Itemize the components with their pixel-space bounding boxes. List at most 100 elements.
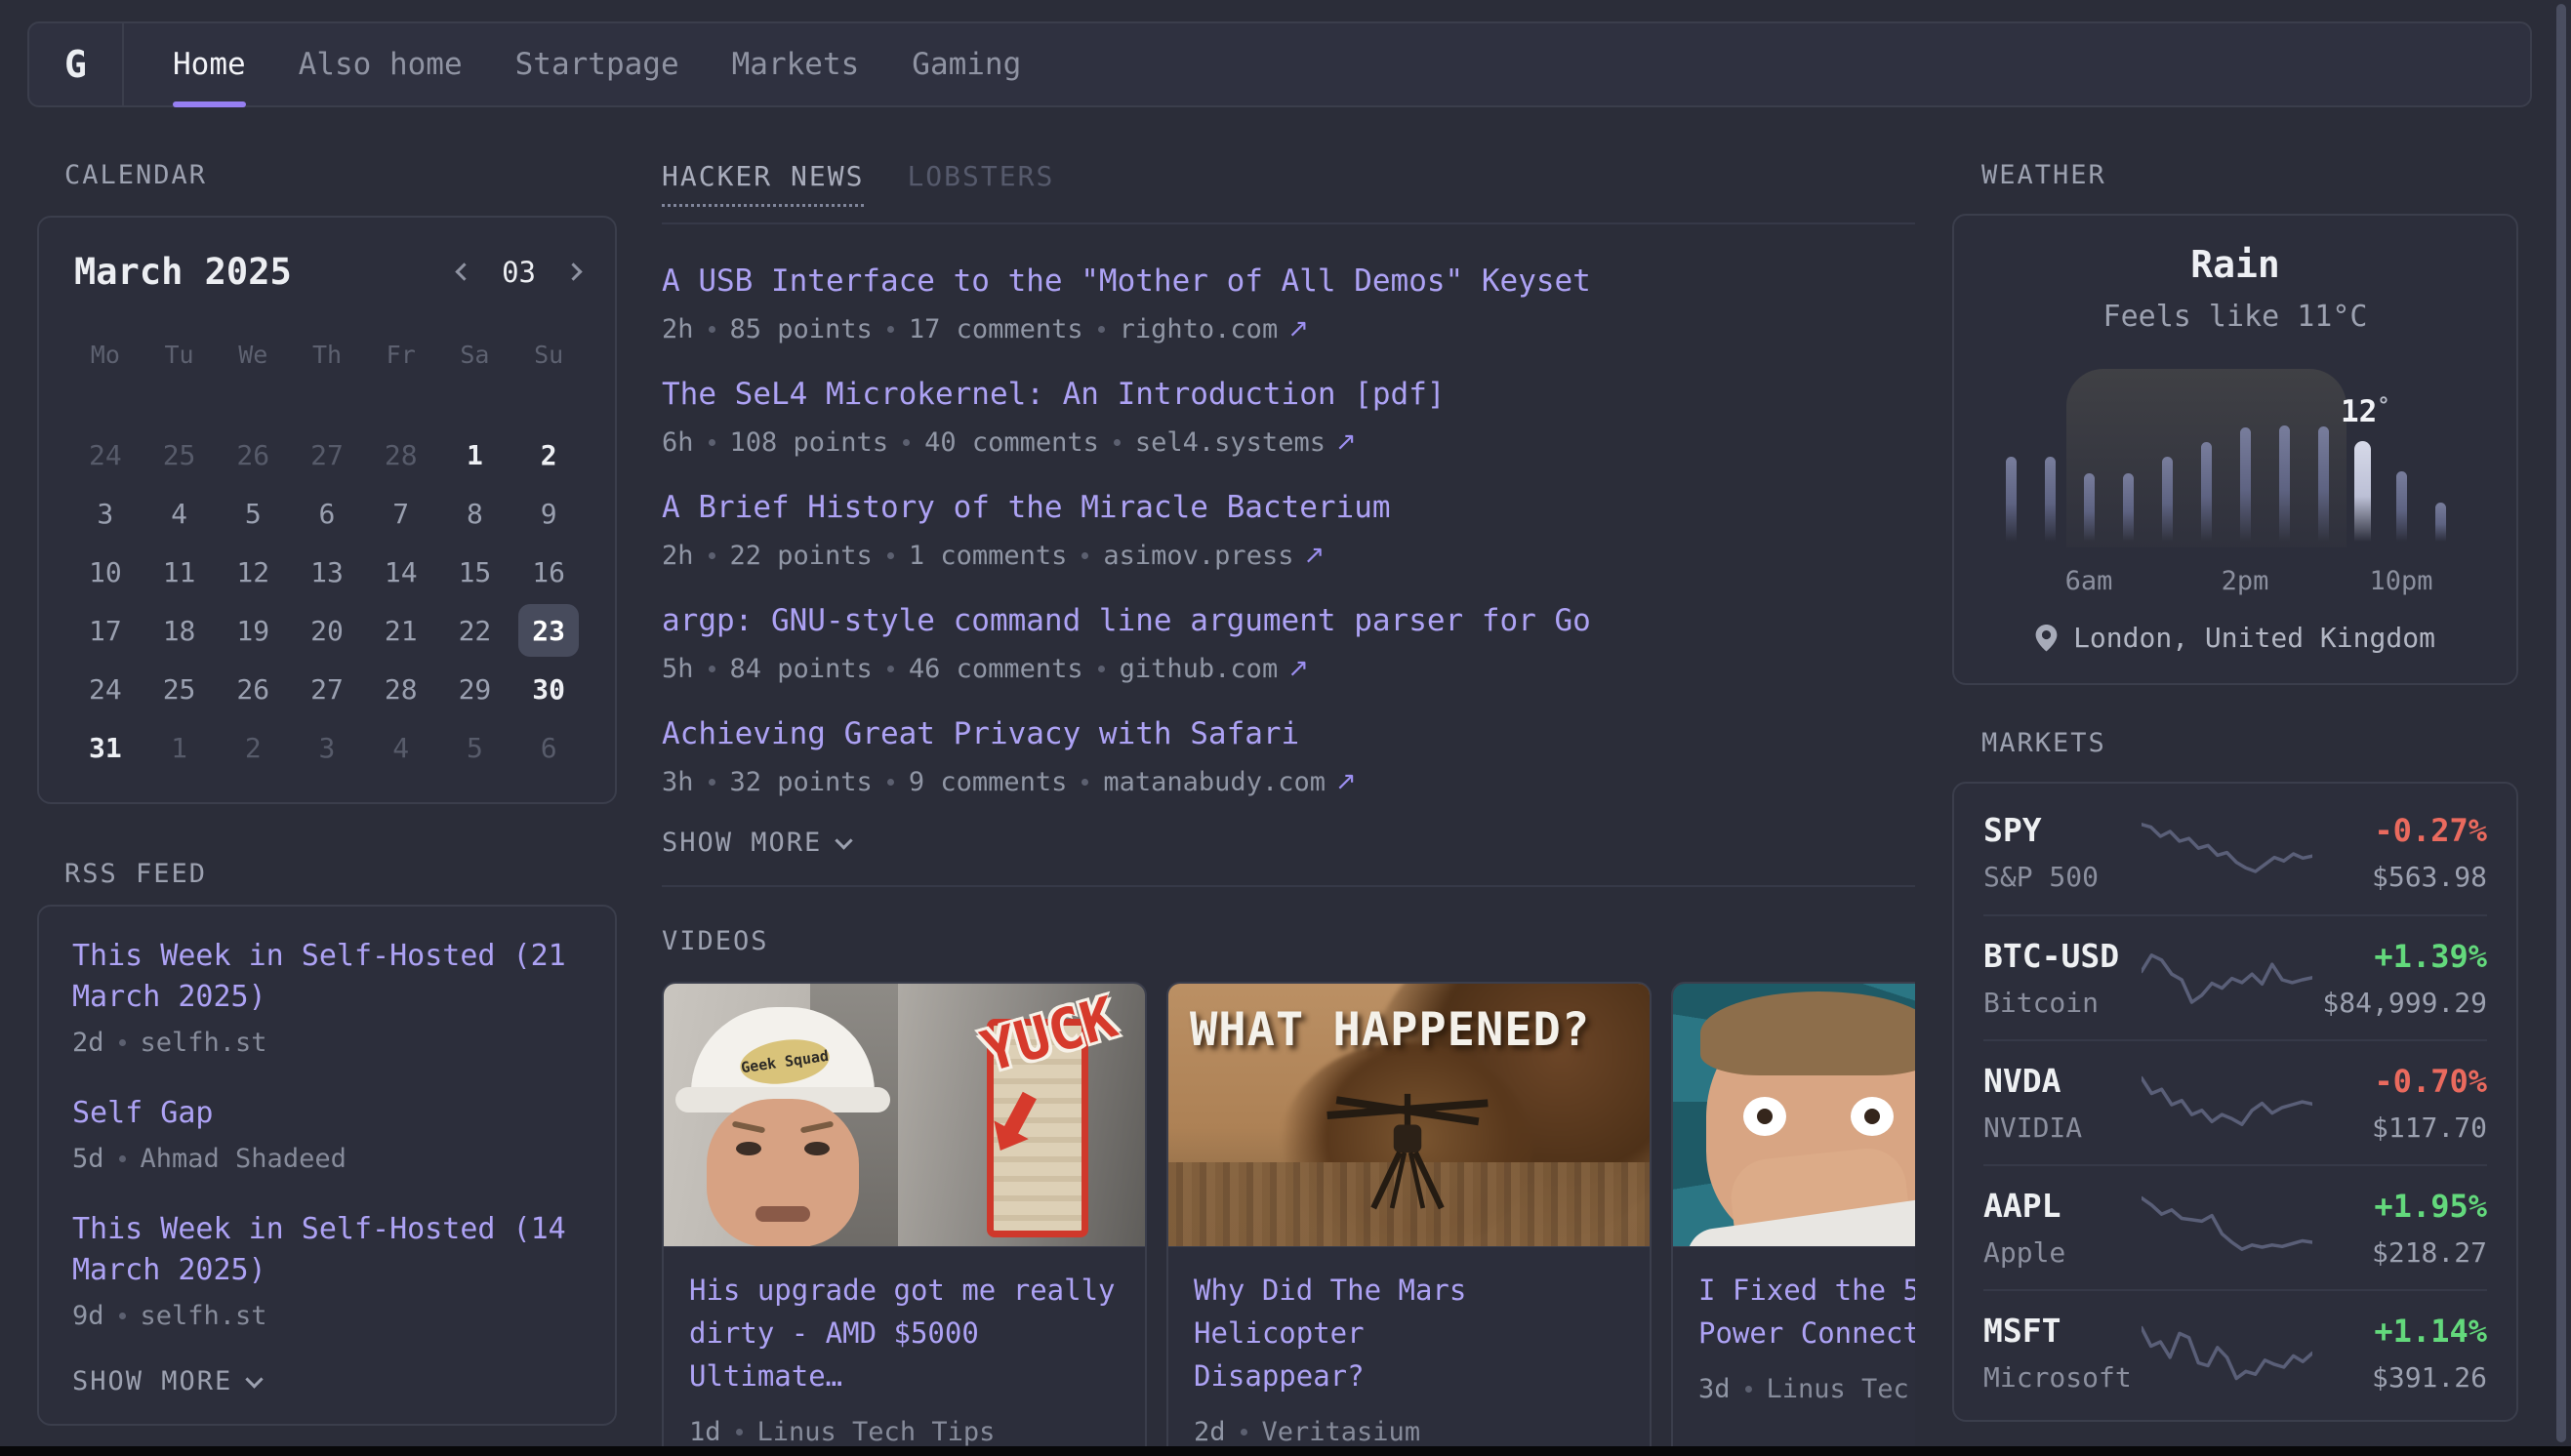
video-title[interactable]: Why Did The Mars Helicopter Disappear? <box>1194 1269 1624 1397</box>
weather-location: London, United Kingdom <box>1983 622 2487 654</box>
rss-item-title[interactable]: This Week in Self-Hosted (21 March 2025) <box>72 936 582 1018</box>
rss-list: This Week in Self-Hosted (21 March 2025)… <box>72 936 582 1331</box>
hn-item-comments[interactable]: 1 comments <box>909 541 1068 571</box>
hn-item-comments[interactable]: 17 comments <box>909 314 1083 344</box>
dot-separator <box>1081 552 1088 559</box>
video-age: 3d <box>1698 1374 1731 1404</box>
hn-item-comments[interactable]: 46 comments <box>909 654 1083 684</box>
chevron-down-icon <box>836 831 853 849</box>
calendar-day: 18 <box>143 601 217 660</box>
calendar-day: 9 <box>511 484 586 543</box>
weekday-label: Mo <box>68 336 143 383</box>
video-title[interactable]: I Fixed the 5 Power Connect <box>1698 1269 1915 1355</box>
calendar-day: 14 <box>364 543 438 601</box>
hn-item-domain[interactable]: sel4.systems <box>1135 427 1326 458</box>
market-price: $117.70 <box>2312 1112 2487 1144</box>
chevron-left-icon[interactable] <box>455 263 472 280</box>
calendar-day: 28 <box>364 660 438 718</box>
weekday-label: Sa <box>438 336 512 383</box>
hn-item-domain[interactable]: matanabudy.com <box>1103 767 1326 797</box>
calendar-day: 3 <box>290 718 364 777</box>
chevron-down-icon <box>246 1370 264 1388</box>
nav-tab[interactable]: Markets <box>732 23 860 105</box>
calendar-day: 1 <box>438 425 512 484</box>
video-age: 2d <box>1194 1417 1226 1447</box>
nav-tab[interactable]: Also home <box>299 23 463 105</box>
weekday-label: Th <box>290 336 364 383</box>
market-ids: SPY S&P 500 <box>1983 811 2142 893</box>
location-pin-icon <box>2035 625 2058 652</box>
hn-item-title[interactable]: A USB Interface to the "Mother of All De… <box>662 262 1915 301</box>
market-ticker[interactable]: MSFT <box>1983 1312 2142 1350</box>
show-more-label: SHOW MORE <box>662 828 822 858</box>
app-logo: G <box>29 23 124 105</box>
videos-heading: VIDEOS <box>662 926 1915 956</box>
video-thumbnail[interactable]: DO TH T <box>1673 984 1915 1247</box>
dot-separator <box>1241 1429 1247 1436</box>
hn-item-title[interactable]: A Brief History of the Miracle Bacterium <box>662 488 1915 527</box>
screen-bottom-bar <box>0 1446 2571 1456</box>
hn-item-comments[interactable]: 9 comments <box>909 767 1068 797</box>
market-values: +1.39% $84,999.29 <box>2312 938 2487 1019</box>
rss-show-more-button[interactable]: SHOW MORE <box>72 1366 582 1396</box>
scrollbar[interactable] <box>2556 4 2566 1442</box>
hn-item-domain[interactable]: righto.com <box>1120 314 1279 344</box>
hn-show-more-button[interactable]: SHOW MORE <box>662 828 1915 858</box>
hn-item-title[interactable]: argp: GNU-style command line argument pa… <box>662 601 1915 640</box>
rss-item-title[interactable]: This Week in Self-Hosted (14 March 2025) <box>72 1209 582 1291</box>
hn-item-title[interactable]: Achieving Great Privacy with Safari <box>662 714 1915 753</box>
video-card[interactable]: DO TH T I Fixed the 5 Power Connect 3d L… <box>1671 982 1915 1456</box>
market-name: Microsoft <box>1983 1361 2142 1394</box>
weather-feels-like: Feels like 11°C <box>1983 300 2487 334</box>
nav-tab-label: Markets <box>732 47 860 82</box>
rss-heading: RSS FEED <box>37 859 617 889</box>
video-title[interactable]: His upgrade got me really dirty - AMD $5… <box>689 1269 1120 1397</box>
market-ticker[interactable]: BTC-USD <box>1983 937 2142 975</box>
middle-column: HACKER NEWS LOBSTERS A USB Interface to t… <box>662 109 1915 1456</box>
market-ticker[interactable]: NVDA <box>1983 1062 2142 1100</box>
nav-tab[interactable]: Startpage <box>515 23 679 105</box>
calendar-day: 15 <box>438 543 512 601</box>
video-thumbnail[interactable]: Geek Squad YUCK <box>664 984 1145 1247</box>
glance-dashboard: { "colors":{"accent_purple":"#967ff2","l… <box>0 0 2571 1456</box>
chevron-right-icon[interactable] <box>564 263 582 280</box>
hair <box>1700 991 1915 1075</box>
video-meta: 1d Linus Tech Tips <box>689 1417 1120 1447</box>
calendar-day: 27 <box>290 660 364 718</box>
video-card[interactable]: WHAT HAPPENED? Why Did The Mars Helicopt… <box>1166 982 1652 1456</box>
market-sparkline <box>2142 1062 2312 1144</box>
hackernews-list: A USB Interface to the "Mother of All De… <box>662 262 1915 798</box>
hn-item-title[interactable]: The SeL4 Microkernel: An Introduction [p… <box>662 375 1915 414</box>
hn-item-domain[interactable]: github.com <box>1120 654 1279 684</box>
rss-item[interactable]: This Week in Self-Hosted (14 March 2025)… <box>72 1209 582 1331</box>
nav-tab[interactable]: Home <box>173 23 246 105</box>
hat-badge: Geek Squad <box>737 1034 832 1089</box>
dot-separator <box>887 779 894 786</box>
rss-item-title[interactable]: Self Gap <box>72 1093 582 1134</box>
calendar-day: 3 <box>68 484 143 543</box>
dot-separator <box>119 1039 126 1046</box>
hour-label: 2pm <box>2222 566 2269 596</box>
video-thumbnail[interactable]: WHAT HAPPENED? <box>1168 984 1650 1247</box>
nav-tab[interactable]: Gaming <box>912 23 1021 105</box>
calendar-day: 11 <box>143 543 217 601</box>
calendar-weekday-row: MoTuWeThFrSaSu <box>68 336 586 383</box>
rss-item[interactable]: Self Gap 5d Ahmad Shadeed <box>72 1093 582 1174</box>
rss-item-age: 2d <box>72 1028 104 1058</box>
hn-item-comments[interactable]: 40 comments <box>924 427 1099 458</box>
rss-item[interactable]: This Week in Self-Hosted (21 March 2025)… <box>72 936 582 1058</box>
calendar-month-number: 03 <box>502 256 536 289</box>
hn-item-age: 3h <box>662 767 694 797</box>
news-source-tab[interactable]: LOBSTERS <box>907 160 1054 204</box>
market-sparkline <box>2142 1187 2312 1269</box>
market-ticker[interactable]: SPY <box>1983 811 2142 849</box>
video-card[interactable]: Geek Squad YUCK His upgrade got me reall… <box>662 982 1147 1456</box>
hn-item-points: 32 points <box>730 767 873 797</box>
market-ticker[interactable]: AAPL <box>1983 1187 2142 1225</box>
hn-item-domain[interactable]: asimov.press <box>1103 541 1293 571</box>
calendar-day: 26 <box>216 425 290 484</box>
news-source-tab[interactable]: HACKER NEWS <box>662 160 864 207</box>
nav-tabs: Home Also home Startpage Markets Gaming <box>173 23 1021 105</box>
dot-separator <box>709 326 715 333</box>
market-ids: NVDA NVIDIA <box>1983 1062 2142 1144</box>
